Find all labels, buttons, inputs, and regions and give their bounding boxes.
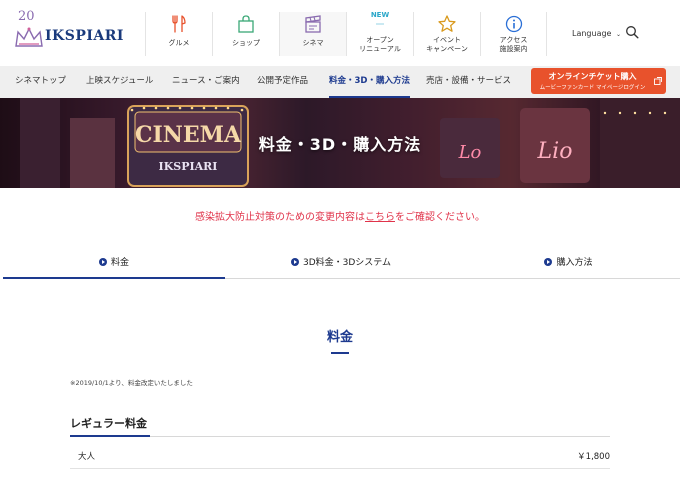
nav-item-renewal[interactable]: NEW オープン リニューアル (346, 11, 413, 56)
nav-item-shop[interactable]: ショップ (212, 12, 279, 56)
price-row: 大人 ￥1,800 (70, 441, 610, 469)
nav-item-gourmet[interactable]: グルメ (145, 12, 212, 56)
subnav-item-upcoming[interactable]: 公開予定作品 (257, 66, 308, 98)
content-tabs: 料金 3D料金・3Dシステム 購入方法 (3, 245, 680, 279)
info-icon (505, 15, 522, 33)
subnav-item-news[interactable]: ニュース・ご案内 (172, 66, 240, 98)
subnav-item-schedule[interactable]: 上映スケジュール (86, 66, 153, 98)
tab-pricing[interactable]: 料金 (3, 245, 225, 279)
logo-crown-icon (15, 27, 43, 47)
main-nav: グルメ ショップ シネマ NEW オープン リニューアル イベント キャンペーン… (145, 11, 547, 56)
nav-label: イベント キャンペーン (426, 36, 468, 53)
logo-text: IKSPIARI (45, 28, 124, 44)
chevron-down-icon: ⌄ (616, 31, 622, 38)
site-header: 20 IKSPIARI グルメ ショップ シネマ NEW オープン リニューアル… (0, 0, 680, 66)
covid-notice: 感染拡大防止対策のための変更内容はこちらをご確認ください。 (0, 208, 680, 223)
nav-item-event[interactable]: イベント キャンペーン (413, 12, 480, 56)
tab-label: 購入方法 (556, 258, 593, 268)
ticket-button-sublabel: ムービーファンカード マイページログイン (539, 85, 646, 91)
section-title-underline (331, 352, 349, 354)
site-logo[interactable]: 20 IKSPIARI (12, 9, 130, 53)
new-sparkle-icon (376, 23, 384, 25)
subsection-title-underline (70, 435, 150, 437)
subnav-item-concessions[interactable]: 売店・設備・サービス (426, 66, 511, 98)
notice-link[interactable]: こちら (365, 212, 395, 223)
price-label: 大人 (78, 452, 96, 462)
hero-banner: CINEMA IKSPIARI Lo Lio 料金・3D・購入方法 (0, 98, 680, 188)
price-revision-note: ※2019/10/1より、料金改定いたしました (70, 379, 193, 387)
subnav-item-pricing[interactable]: 料金・3D・購入方法 (329, 66, 410, 98)
tab-how-to-buy[interactable]: 購入方法 (457, 245, 680, 279)
nav-label: ショップ (232, 39, 260, 47)
subsection-divider (150, 436, 610, 437)
section-title: 料金 (326, 330, 353, 345)
ticket-button-label: オンラインチケット購入 (548, 72, 637, 81)
nav-label: オープン リニューアル (359, 36, 401, 53)
notice-text-after: をご確認ください。 (395, 212, 485, 223)
page-title: 料金・3D・購入方法 (258, 135, 422, 154)
nav-item-access[interactable]: アクセス 施設案内 (480, 12, 547, 56)
online-ticket-button[interactable]: オンラインチケット購入 ムービーファンカード マイページログイン (531, 68, 666, 94)
arrow-circle-icon (544, 257, 553, 266)
logo-anniversary-number: 20 (18, 9, 35, 24)
external-window-icon (654, 77, 662, 85)
subnav-item-cinema-top[interactable]: シネマトップ (15, 66, 66, 98)
tab-label: 3D料金・3Dシステム (302, 258, 392, 268)
notice-text-before: 感染拡大防止対策のための変更内容は (195, 212, 365, 223)
price-value: ￥1,800 (577, 452, 610, 462)
language-selector[interactable]: Language ⌄ (572, 29, 621, 38)
arrow-circle-icon (98, 257, 107, 266)
tab-label: 料金 (110, 258, 129, 268)
fork-knife-icon (172, 15, 186, 33)
clapperboard-icon (305, 15, 321, 33)
nav-item-cinema[interactable]: シネマ (279, 12, 346, 56)
new-badge: NEW (370, 11, 390, 19)
nav-label: アクセス 施設案内 (499, 36, 528, 53)
shopping-bag-icon (238, 15, 254, 33)
arrow-circle-icon (290, 257, 299, 266)
subsection-title: レギュラー料金 (70, 417, 147, 430)
nav-label: グルメ (168, 39, 190, 47)
tab-3d-system[interactable]: 3D料金・3Dシステム (225, 245, 457, 279)
language-label: Language (572, 29, 612, 38)
sign-ikspiari-text: IKSPIARI (159, 160, 218, 173)
star-icon (438, 15, 456, 32)
search-icon[interactable] (625, 25, 639, 39)
nav-label: シネマ (302, 39, 324, 47)
